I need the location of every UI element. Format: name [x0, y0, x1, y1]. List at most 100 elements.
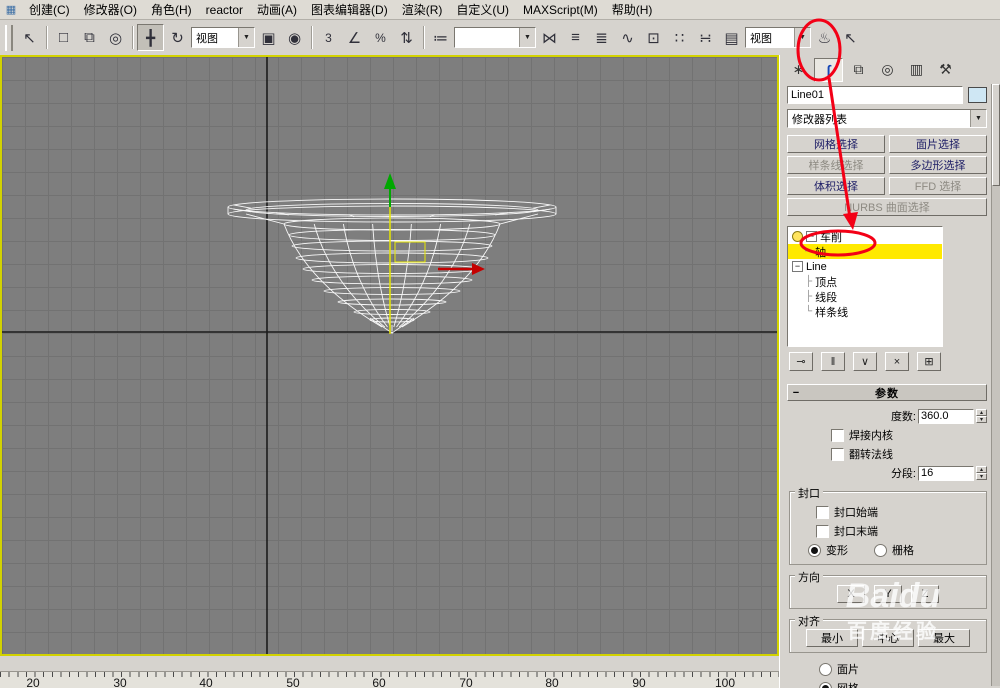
menu-create[interactable]: 创建(C): [22, 0, 77, 20]
make-unique-icon[interactable]: ∨: [853, 352, 877, 371]
layer-manager-icon[interactable]: ≣: [589, 25, 614, 50]
tab-display-icon[interactable]: ▥: [903, 59, 930, 81]
panel-scrollbar-thumb[interactable]: [992, 84, 1000, 186]
stack-item-lathe[interactable]: − 车削: [788, 229, 942, 244]
menu-customize[interactable]: 自定义(U): [449, 0, 516, 20]
align-center-button[interactable]: 中心: [862, 629, 914, 647]
align-max-button[interactable]: 最大: [918, 629, 970, 647]
use-pivot-center-icon[interactable]: ◉: [282, 25, 307, 50]
vol-select-button[interactable]: 体积选择: [787, 177, 885, 195]
spinner-up-icon[interactable]: ▴: [976, 466, 987, 473]
parameters-rollout-header[interactable]: − 参数: [787, 384, 987, 401]
toolbar-grip[interactable]: [5, 24, 13, 51]
snap-toggle-3d-icon[interactable]: 3: [316, 25, 341, 50]
render-type-icon[interactable]: ▤: [719, 25, 744, 50]
curve-editor-icon[interactable]: ∿: [615, 25, 640, 50]
command-panel: ∗ ∫ ⧉ ◎ ▥ ⚒ Line01 修改器列表 ▼ 网格选择 面片选择 样条线…: [779, 55, 1000, 688]
select-and-move-icon[interactable]: ╋: [137, 24, 164, 51]
chevron-down-icon[interactable]: ▼: [238, 28, 254, 47]
menu-help[interactable]: 帮助(H): [605, 0, 660, 20]
poly-select-button[interactable]: 多边形选择: [889, 156, 987, 174]
object-name-field[interactable]: Line01: [787, 86, 963, 104]
modifier-list-dropdown[interactable]: 修改器列表 ▼: [787, 109, 987, 128]
edit-named-selections-icon[interactable]: ≔: [428, 25, 453, 50]
configure-modifier-sets-icon[interactable]: ⊞: [917, 352, 941, 371]
select-object-icon[interactable]: ↖: [17, 25, 42, 50]
cap-group-label: 封口: [795, 485, 823, 501]
schematic-view-icon[interactable]: ⊡: [641, 25, 666, 50]
menu-modifiers[interactable]: 修改器(O): [77, 0, 144, 20]
spinner-snap-icon[interactable]: ⇅: [394, 25, 419, 50]
spinner-up-icon[interactable]: ▴: [976, 409, 987, 416]
direction-x-button[interactable]: X: [837, 585, 865, 603]
reference-coordinate-combo[interactable]: 视图 ▼: [191, 27, 255, 48]
material-editor-icon[interactable]: ∷: [667, 25, 692, 50]
direction-z-button[interactable]: Z: [911, 585, 939, 603]
panel-scrollbar[interactable]: [991, 84, 1000, 686]
stack-item-spline[interactable]: └ 样条线: [788, 304, 942, 319]
time-slider-strip[interactable]: [0, 656, 779, 671]
pin-stack-icon[interactable]: ⊸: [789, 352, 813, 371]
select-and-scale-icon[interactable]: ▣: [256, 25, 281, 50]
stack-item-vertex[interactable]: ├ 顶点: [788, 274, 942, 289]
render-view-combo[interactable]: 视图 ▼: [745, 27, 811, 48]
stack-item-axis[interactable]: ─ 轴: [788, 244, 942, 259]
selection-region-icon[interactable]: □: [51, 25, 76, 50]
quick-render-teapot-icon[interactable]: ♨: [812, 25, 837, 50]
cap-grid-radio[interactable]: [874, 543, 887, 557]
named-selection-combo[interactable]: ▼: [454, 27, 536, 48]
tab-create-icon[interactable]: ∗: [785, 59, 812, 81]
menu-animation[interactable]: 动画(A): [250, 0, 304, 20]
render-setup-icon[interactable]: ∺: [693, 25, 718, 50]
tab-hierarchy-icon[interactable]: ⧉: [845, 59, 872, 81]
lathe-wireframe-object[interactable]: [227, 198, 557, 334]
chevron-down-icon[interactable]: ▼: [519, 28, 535, 47]
stack-item-segment[interactable]: ├ 线段: [788, 289, 942, 304]
cap-end-checkbox[interactable]: [816, 524, 829, 538]
weld-core-checkbox[interactable]: [831, 428, 844, 442]
mesh-select-button[interactable]: 网格选择: [787, 135, 885, 153]
mirror-icon[interactable]: ⋈: [537, 25, 562, 50]
track-bar-ruler[interactable]: 20 30 40 50 60 70 80 90 100: [0, 671, 779, 688]
output-patch-radio[interactable]: [819, 662, 832, 676]
expander-icon[interactable]: −: [792, 261, 803, 272]
cap-start-checkbox[interactable]: [816, 505, 829, 519]
menu-character[interactable]: 角色(H): [144, 0, 199, 20]
select-and-rotate-icon[interactable]: ↻: [165, 25, 190, 50]
cap-morph-radio[interactable]: [808, 543, 821, 557]
angle-snap-icon[interactable]: ∠: [342, 25, 367, 50]
spinner-down-icon[interactable]: ▾: [976, 473, 987, 480]
object-color-swatch[interactable]: [968, 87, 987, 103]
direction-y-button[interactable]: Y: [874, 585, 902, 603]
segments-field[interactable]: 16: [918, 465, 974, 481]
cursor-icon[interactable]: ↖: [838, 25, 863, 50]
chevron-down-icon[interactable]: ▼: [794, 28, 810, 47]
align-min-button[interactable]: 最小: [806, 629, 858, 647]
show-end-result-icon[interactable]: ‖: [821, 352, 845, 371]
window-crossing-icon[interactable]: ⧉: [77, 25, 102, 50]
spinner-down-icon[interactable]: ▾: [976, 416, 987, 423]
stack-item-line[interactable]: − Line: [788, 259, 942, 274]
viewport-front[interactable]: [0, 55, 779, 656]
flip-normals-checkbox[interactable]: [831, 447, 844, 461]
menu-rendering[interactable]: 渲染(R): [395, 0, 450, 20]
percent-snap-icon[interactable]: %: [368, 25, 393, 50]
chevron-down-icon[interactable]: ▼: [970, 110, 986, 127]
menu-graph-editors[interactable]: 图表编辑器(D): [304, 0, 395, 20]
segments-spinner[interactable]: ▴ ▾: [976, 466, 987, 480]
modifier-button-set: 网格选择 面片选择 样条线选择 多边形选择 体积选择 FFD 选择 NURBS …: [780, 132, 1000, 220]
menu-reactor[interactable]: reactor: [199, 1, 250, 19]
lightbulb-icon[interactable]: [792, 231, 803, 242]
selection-filter-icon[interactable]: ◎: [103, 25, 128, 50]
tab-motion-icon[interactable]: ◎: [874, 59, 901, 81]
degrees-spinner[interactable]: ▴ ▾: [976, 409, 987, 423]
expander-icon[interactable]: −: [806, 231, 817, 242]
degrees-field[interactable]: 360.0: [918, 408, 974, 424]
remove-modifier-icon[interactable]: ×: [885, 352, 909, 371]
tab-modify-icon[interactable]: ∫: [814, 57, 843, 82]
patch-select-button[interactable]: 面片选择: [889, 135, 987, 153]
tab-utilities-icon[interactable]: ⚒: [932, 59, 959, 81]
menu-maxscript[interactable]: MAXScript(M): [516, 1, 605, 19]
output-mesh-radio[interactable]: [819, 681, 832, 688]
align-icon[interactable]: ≡: [563, 25, 588, 50]
